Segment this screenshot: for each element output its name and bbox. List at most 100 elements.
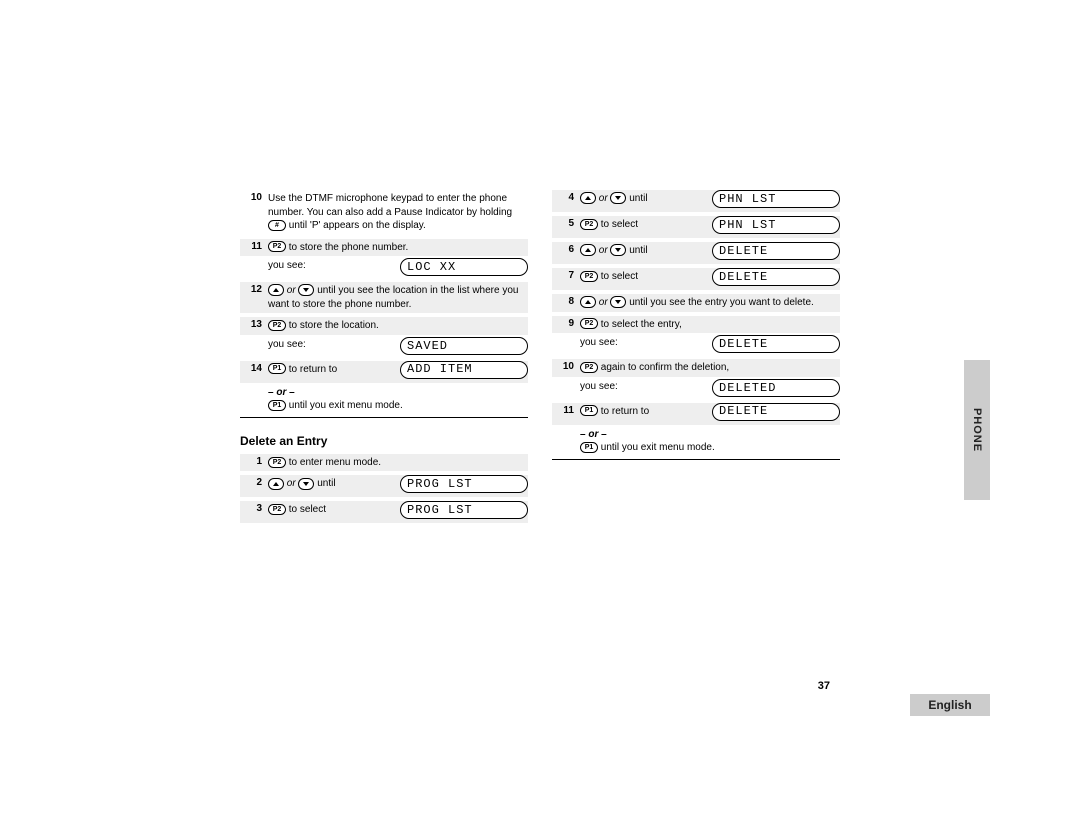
step-text: to select: [601, 271, 638, 282]
section-heading: Delete an Entry: [240, 434, 528, 448]
step-text: to store the location.: [289, 320, 379, 331]
down-arrow-icon: [298, 478, 314, 490]
you-see-label: you see:: [580, 381, 618, 392]
step-num: 10: [552, 361, 580, 372]
or-text: or: [599, 297, 611, 308]
you-see: you see: DELETE: [552, 337, 840, 355]
lcd-display: ADD ITEM: [400, 361, 528, 379]
step-12: 12 or until you see the location in the …: [240, 282, 528, 313]
p1-button-icon: P1: [268, 363, 286, 374]
or-text: or: [287, 478, 299, 489]
step-num: 9: [552, 318, 580, 329]
down-arrow-icon: [610, 296, 626, 308]
step-text: to select: [289, 504, 326, 515]
step-text: until you see the entry you want to dele…: [629, 297, 814, 308]
lcd-display: DELETE: [712, 403, 840, 421]
section-tab-label: PHONE: [971, 408, 983, 452]
step-num: 1: [240, 456, 268, 467]
lcd-display: SAVED: [400, 337, 528, 355]
you-see: you see: LOC XX: [240, 260, 528, 278]
p1-button-icon: P1: [268, 400, 286, 411]
p2-button-icon: P2: [580, 271, 598, 282]
p2-button-icon: P2: [268, 457, 286, 468]
delete-step-10: 10 P2 again to confirm the deletion,: [552, 359, 840, 377]
down-arrow-icon: [610, 192, 626, 204]
step-11: 11 P2 to store the phone number.: [240, 239, 528, 257]
you-see-label: you see:: [580, 337, 618, 348]
section-divider: [240, 417, 528, 418]
hash-button-icon: #: [268, 220, 286, 231]
step-num: 7: [552, 270, 580, 281]
up-arrow-icon: [580, 192, 596, 204]
step-num: 11: [240, 241, 268, 252]
lcd-display: PHN LST: [712, 216, 840, 234]
delete-step-5: 5 P2 to select PHN LST: [552, 216, 840, 238]
step-num: 11: [552, 405, 580, 416]
step-10: 10 Use the DTMF microphone keypad to ent…: [240, 190, 528, 235]
up-arrow-icon: [580, 296, 596, 308]
down-arrow-icon: [298, 284, 314, 296]
delete-step-7: 7 P2 to select DELETE: [552, 268, 840, 290]
lcd-display: LOC XX: [400, 258, 528, 276]
p2-button-icon: P2: [268, 241, 286, 252]
p2-button-icon: P2: [580, 318, 598, 329]
lcd-display: PROG LST: [400, 475, 528, 493]
right-column: 4 or until PHN LST 5 P2 to select PHN LS…: [552, 190, 840, 527]
step-text: to store the phone number.: [289, 242, 409, 253]
step-text: until you exit menu mode.: [289, 400, 403, 411]
p1-button-icon: P1: [580, 405, 598, 416]
section-tab: PHONE: [964, 360, 990, 500]
p2-button-icon: P2: [268, 504, 286, 515]
step-num: 2: [240, 477, 268, 488]
or-text: or: [599, 193, 611, 204]
up-arrow-icon: [580, 244, 596, 256]
step-num: 8: [552, 296, 580, 307]
exit-line: P1 until you exit menu mode.: [240, 400, 528, 411]
you-see-label: you see:: [268, 260, 306, 271]
or-separator: – or –: [552, 429, 840, 440]
p2-button-icon: P2: [580, 362, 598, 373]
or-text: or: [599, 245, 611, 256]
you-see: you see: DELETED: [552, 381, 840, 399]
step-text: to return to: [601, 406, 649, 417]
delete-step-9: 9 P2 to select the entry,: [552, 316, 840, 334]
p1-button-icon: P1: [580, 442, 598, 453]
until-text: until: [629, 193, 647, 204]
language-label: English: [928, 698, 971, 712]
manual-page: 10 Use the DTMF microphone keypad to ent…: [240, 190, 840, 527]
you-see-label: you see:: [268, 339, 306, 350]
or-text: or: [287, 285, 299, 296]
step-num: 6: [552, 244, 580, 255]
step-14: 14 P1 to return to ADD ITEM: [240, 361, 528, 383]
step-num: 12: [240, 284, 268, 295]
lcd-display: DELETE: [712, 335, 840, 353]
up-arrow-icon: [268, 284, 284, 296]
p2-button-icon: P2: [268, 320, 286, 331]
step-num: 13: [240, 319, 268, 330]
until-text: until: [317, 478, 335, 489]
left-column: 10 Use the DTMF microphone keypad to ent…: [240, 190, 528, 527]
lcd-display: DELETE: [712, 268, 840, 286]
section-divider: [552, 459, 840, 460]
delete-step-11: 11 P1 to return to DELETE: [552, 403, 840, 425]
p2-button-icon: P2: [580, 219, 598, 230]
delete-step-3: 3 P2 to select PROG LST: [240, 501, 528, 523]
step-text: to enter menu mode.: [289, 457, 381, 468]
step-num: 3: [240, 503, 268, 514]
step-num: 14: [240, 363, 268, 374]
page-number: 37: [818, 680, 830, 692]
delete-step-4: 4 or until PHN LST: [552, 190, 840, 212]
delete-step-2: 2 or until PROG LST: [240, 475, 528, 497]
step-text: again to confirm the deletion,: [601, 362, 729, 373]
up-arrow-icon: [268, 478, 284, 490]
delete-step-8: 8 or until you see the entry you want to…: [552, 294, 840, 312]
step-text: Use the DTMF microphone keypad to enter …: [268, 193, 512, 218]
exit-line: P1 until you exit menu mode.: [552, 442, 840, 453]
until-text: until: [629, 245, 647, 256]
or-separator: – or –: [240, 387, 528, 398]
language-tab: English: [910, 694, 990, 716]
step-text: to return to: [289, 364, 337, 375]
you-see: you see: SAVED: [240, 339, 528, 357]
down-arrow-icon: [610, 244, 626, 256]
step-num: 5: [552, 218, 580, 229]
